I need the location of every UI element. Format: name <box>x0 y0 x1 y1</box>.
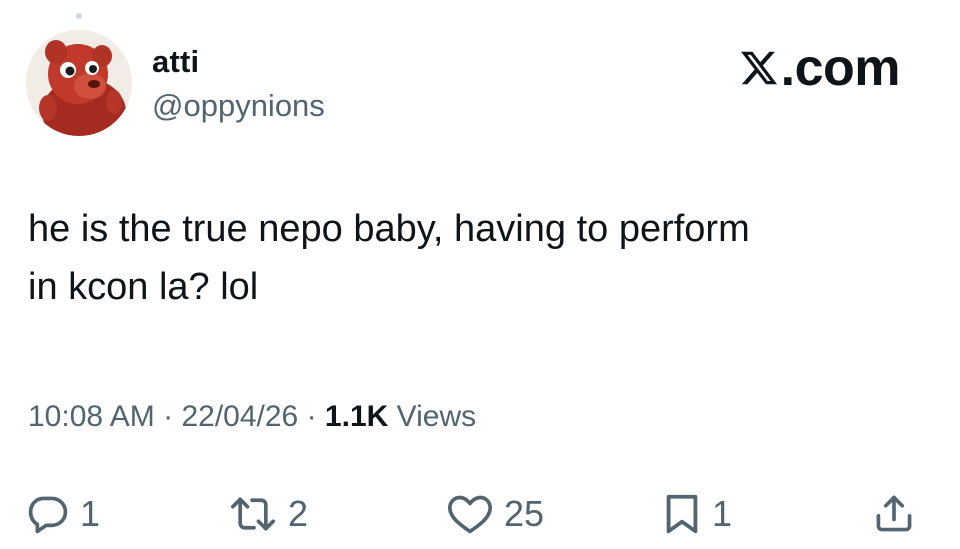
tweet-meta: 10:08 AM · 22/04/26 · 1.1K Views <box>28 398 476 436</box>
action-bar: 1 2 25 1 <box>0 484 960 544</box>
tweet-line: he is the true nepo baby, having to perf… <box>28 208 750 250</box>
like-count: 25 <box>504 493 545 534</box>
bookmark-icon <box>666 494 698 534</box>
status-dot <box>76 13 82 19</box>
bookmark-count: 1 <box>712 493 733 534</box>
x-brand: .com <box>739 39 901 97</box>
bookmark-button[interactable]: 1 <box>662 484 732 544</box>
tweet-time[interactable]: 10:08 AM <box>28 400 155 433</box>
tweet-line: in kcon la? lol <box>28 266 259 308</box>
tweet-date[interactable]: 22/04/26 <box>181 400 298 433</box>
meta-separator: · <box>163 400 174 433</box>
user-handle[interactable]: @oppynions <box>152 88 325 124</box>
x-logo-icon <box>740 51 777 85</box>
reply-count: 1 <box>80 493 101 534</box>
display-name[interactable]: atti <box>152 44 199 80</box>
reply-button[interactable]: 1 <box>26 484 100 544</box>
repost-count: 2 <box>288 493 309 534</box>
tweet-text: he is the true nepo baby, having to perf… <box>28 200 928 316</box>
share-icon <box>876 495 912 532</box>
avatar[interactable] <box>26 30 132 136</box>
like-button[interactable]: 25 <box>446 484 544 544</box>
share-button[interactable] <box>872 484 916 544</box>
repost-icon <box>231 497 275 531</box>
repost-button[interactable]: 2 <box>228 484 308 544</box>
reply-icon <box>28 496 68 534</box>
heart-icon <box>448 495 492 534</box>
views-count: 1.1K <box>324 400 389 433</box>
brand-text: .com <box>780 39 901 97</box>
views-label: Views <box>396 400 477 433</box>
red-plush-character-icon <box>26 30 132 136</box>
meta-separator: · <box>306 400 317 433</box>
